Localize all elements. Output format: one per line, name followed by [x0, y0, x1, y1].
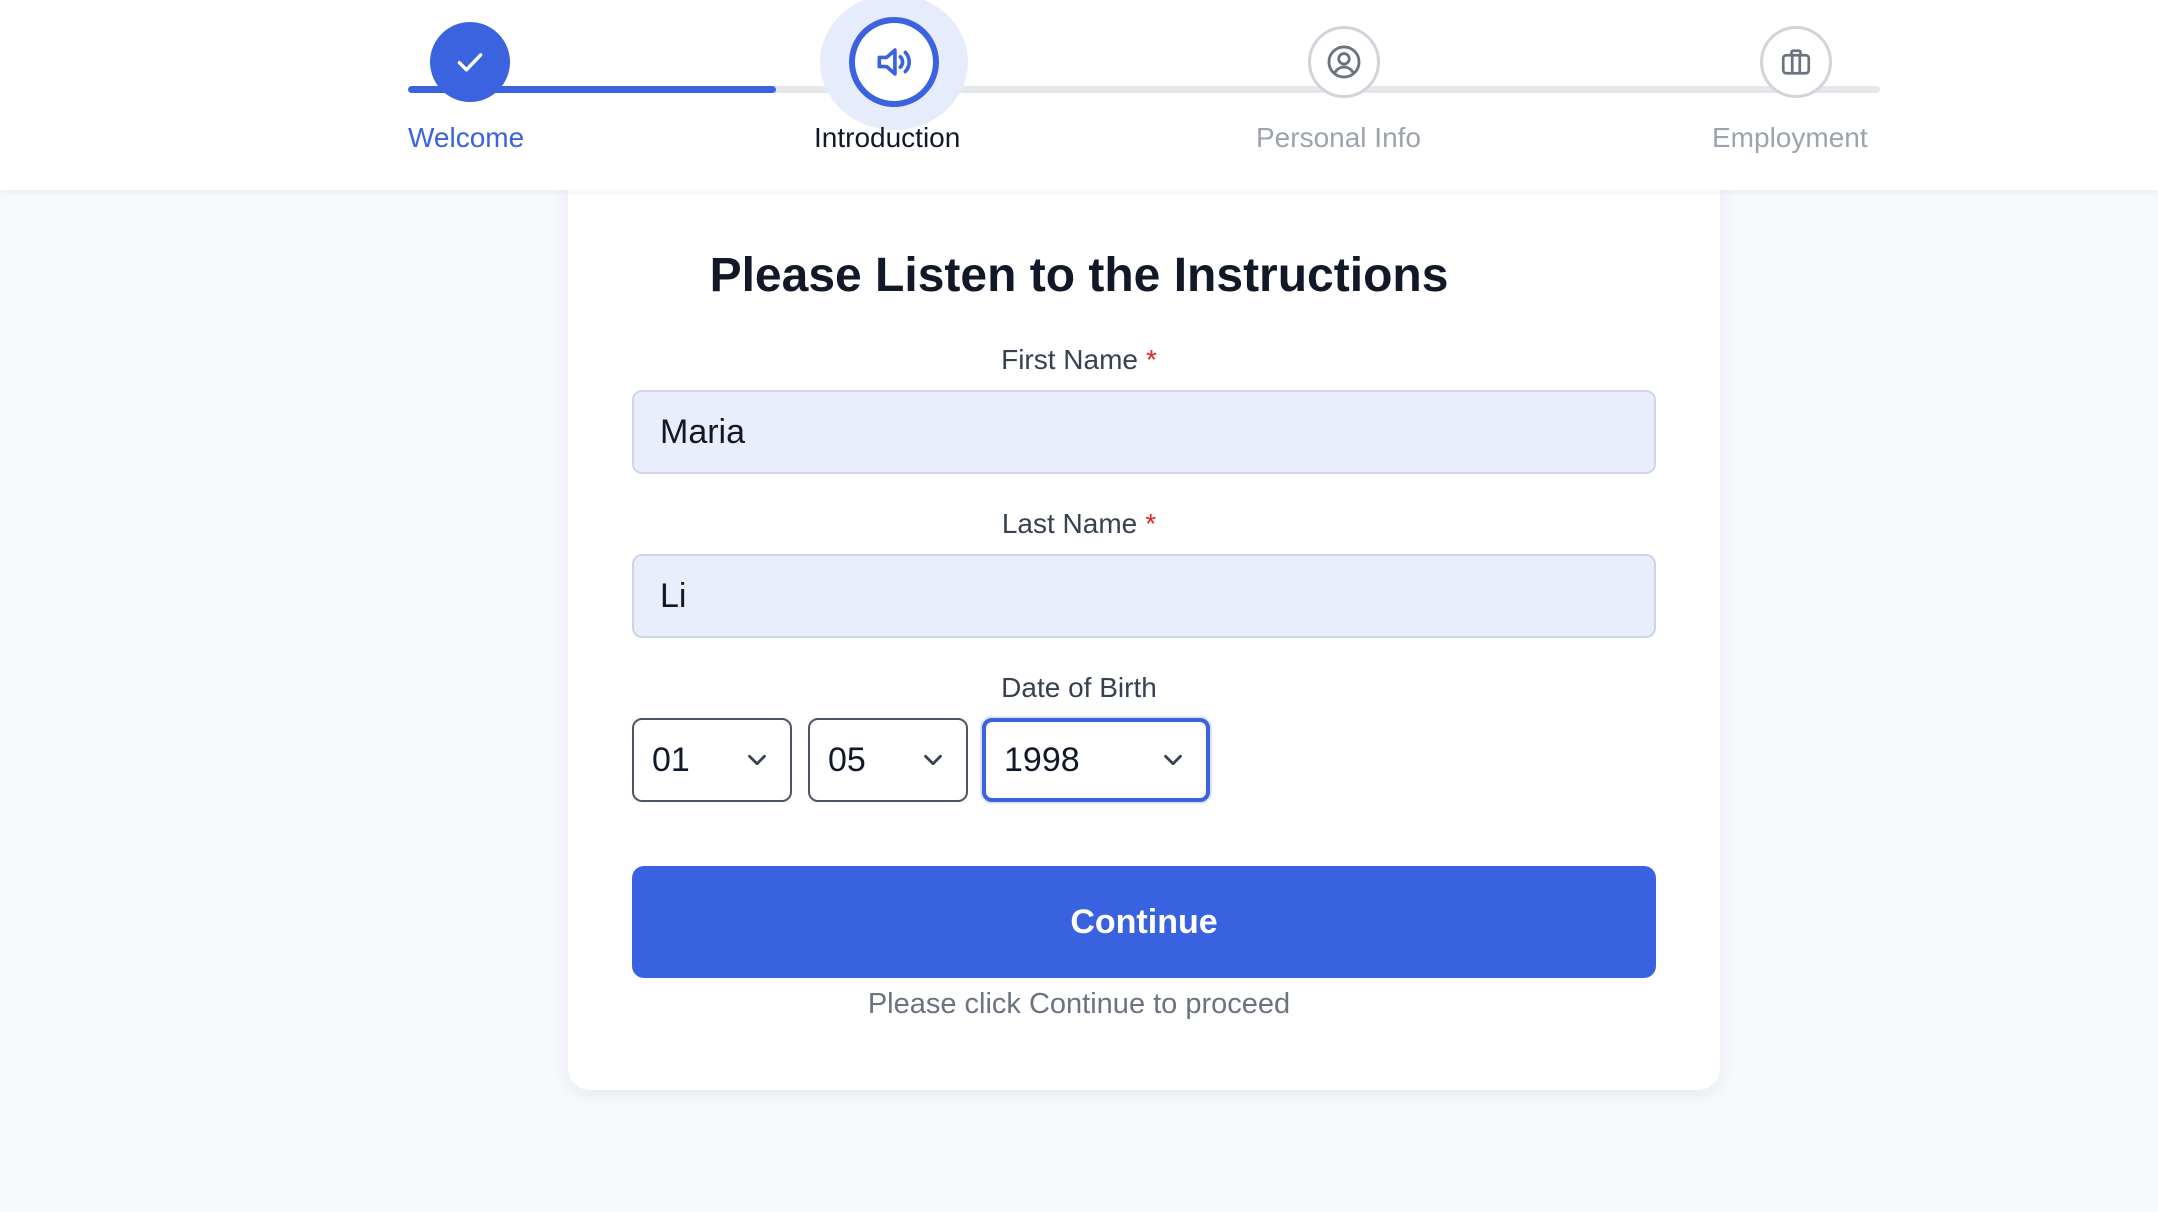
required-asterisk: * [1145, 508, 1157, 539]
step-employment-label[interactable]: Employment [1712, 120, 1868, 156]
first-name-label-text: First Name [1001, 344, 1138, 375]
briefcase-icon [1781, 49, 1811, 75]
chevron-down-icon [924, 754, 942, 766]
step-introduction-label[interactable]: Introduction [814, 120, 960, 156]
user-circle-icon [1327, 45, 1361, 79]
first-name-label: First Name * [0, 344, 2158, 376]
continue-button[interactable]: Continue [632, 866, 1656, 978]
chevron-down-icon [748, 754, 766, 766]
dob-year-select[interactable]: 1998 [982, 718, 1210, 802]
chevron-down-icon [1164, 754, 1182, 766]
step-employment-circle[interactable] [1760, 26, 1832, 98]
progress-track [408, 86, 1880, 93]
step-introduction-circle[interactable] [849, 17, 939, 107]
last-name-label: Last Name * [0, 508, 2158, 540]
step-welcome-circle[interactable] [430, 22, 510, 102]
step-personal-info-circle[interactable] [1308, 26, 1380, 98]
last-name-label-text: Last Name [1001, 508, 1138, 539]
dob-year-value: 1998 [1004, 740, 1080, 779]
step-welcome-label[interactable]: Welcome [408, 120, 524, 156]
first-name-input[interactable] [632, 390, 1656, 474]
speaker-icon [877, 48, 911, 76]
date-of-birth-label: Date of Birth [1001, 672, 1157, 703]
page-title: Please Listen to the Instructions [709, 249, 1449, 302]
progress-stepper: Welcome Introduction Personal Info Emplo… [0, 0, 2158, 190]
check-icon [457, 53, 483, 72]
required-asterisk: * [1146, 344, 1157, 375]
dob-day-value: 01 [652, 740, 690, 779]
last-name-input[interactable] [632, 554, 1656, 638]
dob-month-select[interactable]: 05 [808, 718, 968, 802]
step-personal-info-label[interactable]: Personal Info [1256, 120, 1421, 156]
dob-day-select[interactable]: 01 [632, 718, 792, 802]
continue-hint: Please click Continue to proceed [867, 988, 1291, 1020]
dob-month-value: 05 [828, 740, 866, 779]
